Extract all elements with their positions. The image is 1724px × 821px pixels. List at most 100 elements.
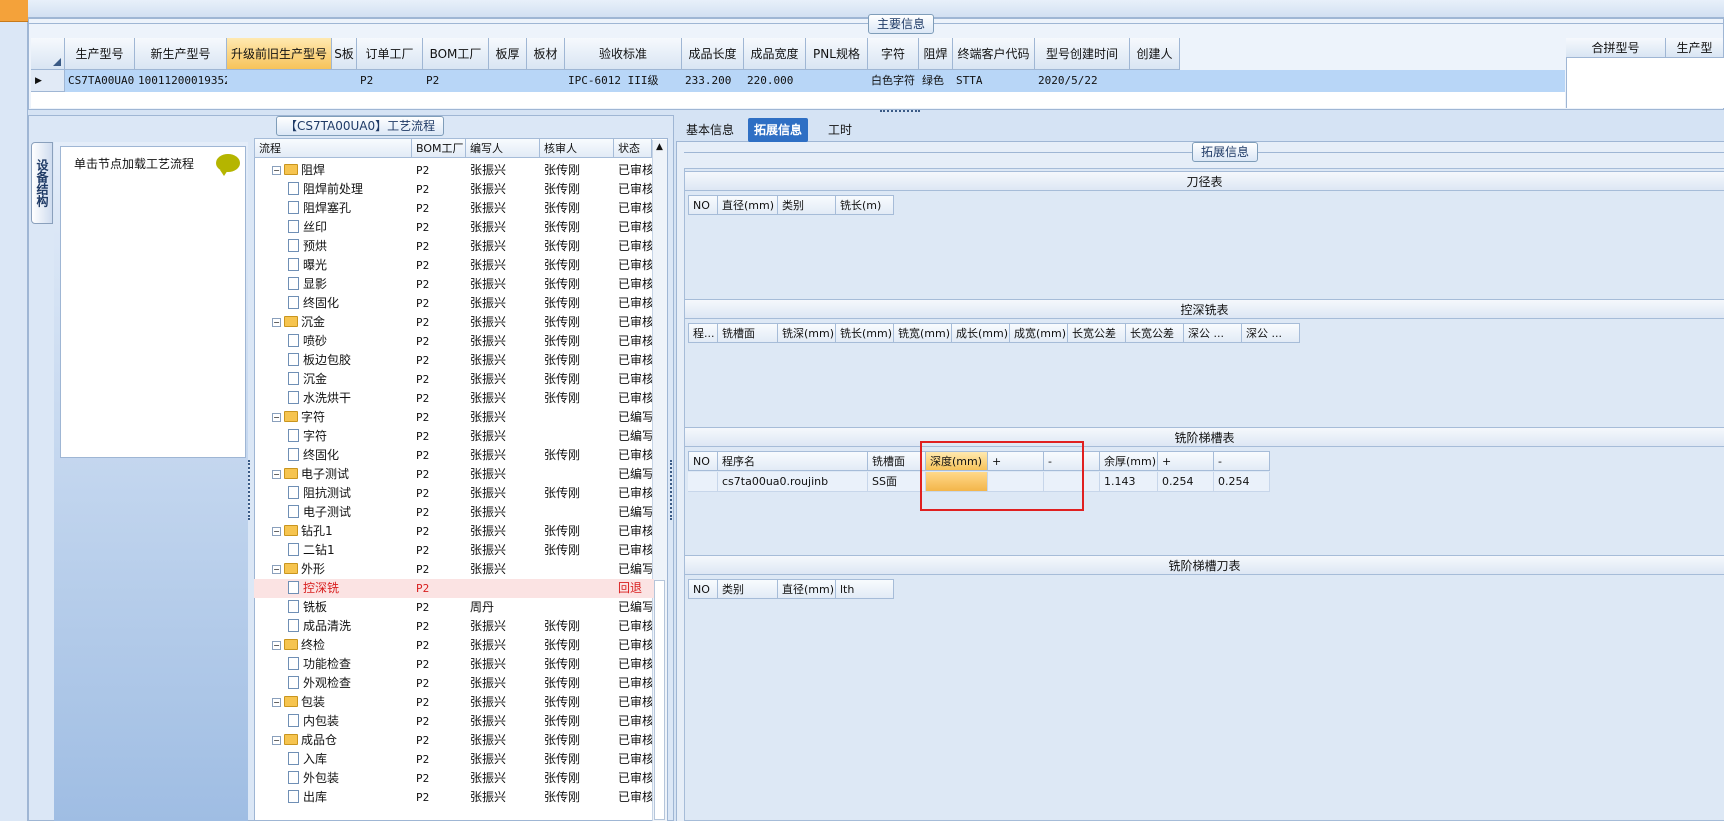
tree-node[interactable]: − 终检 [272, 636, 412, 655]
tree-node[interactable]: − 阻焊 [272, 161, 412, 180]
tree-col-header[interactable]: 状态 [614, 138, 652, 158]
tree-row[interactable]: − 包装 P2 张振兴 张传刚 已审核 [254, 693, 654, 712]
grid-cell[interactable]: 233.200 [682, 70, 744, 92]
tree-scroll-thumb[interactable] [654, 580, 665, 820]
grid-cell[interactable] [806, 70, 868, 92]
tree-node[interactable]: 曝光 [288, 256, 412, 275]
col-header[interactable]: BOM工厂 [423, 38, 489, 70]
table-col-header[interactable]: 深公 ... [1242, 323, 1300, 343]
table-cell[interactable]: 0.254 [1158, 472, 1214, 492]
tree-node[interactable]: 预烘 [288, 237, 412, 256]
left-edge-tab[interactable] [0, 0, 28, 22]
tree-node[interactable]: 终固化 [288, 446, 412, 465]
tree-row[interactable]: 成品清洗 P2 张振兴 张传刚 已审核 [254, 617, 654, 636]
grid-cell[interactable] [227, 70, 332, 92]
tab-work-hours[interactable]: 工时 [822, 118, 858, 142]
collapse-icon[interactable]: − [272, 565, 281, 574]
tree-node[interactable]: − 字符 [272, 408, 412, 427]
tree-row[interactable]: − 电子测试 P2 张振兴 已编写 [254, 465, 654, 484]
tree-row[interactable]: 曝光 P2 张振兴 张传刚 已审核 [254, 256, 654, 275]
tree-node[interactable]: 喷砂 [288, 332, 412, 351]
tree-node[interactable]: 沉金 [288, 370, 412, 389]
tree-row[interactable]: 板边包胶 P2 张振兴 张传刚 已审核 [254, 351, 654, 370]
collapse-icon[interactable]: − [272, 698, 281, 707]
tree-row[interactable]: 阻抗测试 P2 张振兴 张传刚 已审核 [254, 484, 654, 503]
table-col-header[interactable]: 类别 [718, 579, 778, 599]
table-col-header[interactable]: NO [688, 451, 718, 471]
table-col-header[interactable]: 深公 ... [1184, 323, 1242, 343]
center-collapse-grip[interactable] [670, 460, 674, 520]
tree-row[interactable]: − 外形 P2 张振兴 已编写 [254, 560, 654, 579]
tree-row[interactable]: − 钻孔1 P2 张振兴 张传刚 已审核 [254, 522, 654, 541]
tree-node[interactable]: 阻焊前处理 [288, 180, 412, 199]
tree-col-header[interactable]: 核审人 [540, 138, 614, 158]
structure-hint[interactable]: 单击节点加载工艺流程 [74, 155, 194, 172]
table-cell[interactable]: cs7ta00ua0.roujinb [718, 472, 868, 492]
col-header[interactable]: 字符 [868, 38, 919, 70]
table-col-header[interactable]: 铣槽面 [868, 451, 926, 471]
tab-extended-info[interactable]: 拓展信息 [748, 118, 809, 142]
collapse-icon[interactable]: − [272, 736, 281, 745]
grid-cell[interactable]: STTA [953, 70, 1035, 92]
tree-row[interactable]: 内包装 P2 张振兴 张传刚 已审核 [254, 712, 654, 731]
left-collapse-grip[interactable] [248, 460, 252, 520]
grid-cell[interactable]: IPC-6012 III级 [565, 70, 682, 92]
collapse-icon[interactable]: − [272, 527, 281, 536]
tree-col-header[interactable]: BOM工厂 [412, 138, 466, 158]
table-col-header[interactable]: 类别 [778, 195, 836, 215]
tree-node[interactable]: 外包装 [288, 769, 412, 788]
merge-prod-header[interactable]: 生产型 [1666, 38, 1724, 58]
grid-cell[interactable]: 白色字符 [868, 70, 919, 92]
table-col-header[interactable]: 直径(mm) [778, 579, 836, 599]
table-col-header[interactable]: 成宽(mm) [1010, 323, 1068, 343]
tree-row[interactable]: 显影 P2 张振兴 张传刚 已审核 [254, 275, 654, 294]
col-header[interactable]: 创建人 [1130, 38, 1180, 70]
tree-row[interactable]: 终固化 P2 张振兴 张传刚 已审核 [254, 294, 654, 313]
tree-row[interactable]: 控深铣 P2 回退 [254, 579, 654, 598]
grid-cell[interactable]: 绿色 [919, 70, 953, 92]
table-col-header[interactable]: 铣长(mm) [836, 323, 894, 343]
col-header[interactable]: PNL规格 [806, 38, 868, 70]
collapse-icon[interactable]: − [272, 318, 281, 327]
tree-row[interactable]: − 沉金 P2 张振兴 张传刚 已审核 [254, 313, 654, 332]
tree-row[interactable]: 水洗烘干 P2 张振兴 张传刚 已审核 [254, 389, 654, 408]
side-tab[interactable]: 设备结构 [31, 142, 53, 224]
col-header[interactable]: 订单工厂 [357, 38, 423, 70]
table-col-header[interactable]: 长宽公差 [1126, 323, 1184, 343]
col-header[interactable]: 新生产型号 [135, 38, 227, 70]
tree-row[interactable]: − 终检 P2 张振兴 张传刚 已审核 [254, 636, 654, 655]
table-cell[interactable]: 1.143 [1100, 472, 1158, 492]
tree-row[interactable]: 出库 P2 张振兴 张传刚 已审核 [254, 788, 654, 807]
tree-row[interactable]: 电子测试 P2 张振兴 已编写 [254, 503, 654, 522]
tree-node[interactable]: 外观检查 [288, 674, 412, 693]
col-header[interactable]: 型号创建时间 [1035, 38, 1130, 70]
col-header[interactable]: S板 [332, 38, 357, 70]
col-header[interactable]: 生产型号 [65, 38, 135, 70]
tree-row[interactable]: 喷砂 P2 张振兴 张传刚 已审核 [254, 332, 654, 351]
col-header[interactable]: 验收标准 [565, 38, 682, 70]
col-header[interactable]: 板厚 [489, 38, 527, 70]
col-header[interactable]: 板材 [527, 38, 565, 70]
tree-node[interactable]: 出库 [288, 788, 412, 807]
tree-node[interactable]: 成品清洗 [288, 617, 412, 636]
row-indicator[interactable]: ▶ [31, 70, 65, 92]
tree-row[interactable]: 字符 P2 张振兴 已编写 [254, 427, 654, 446]
tree-row[interactable]: 二钻1 P2 张振兴 张传刚 已审核 [254, 541, 654, 560]
table-col-header[interactable]: 程... [688, 323, 718, 343]
tree-node[interactable]: 电子测试 [288, 503, 412, 522]
grid-cell[interactable]: 2020/5/22 [1035, 70, 1130, 92]
tree-row[interactable]: − 阻焊 P2 张振兴 张传刚 已审核 [254, 161, 654, 180]
col-header[interactable]: 阻焊 [919, 38, 953, 70]
col-header[interactable]: 升级前旧生产型号 [227, 38, 332, 70]
table-col-header[interactable]: 铣宽(mm) [894, 323, 952, 343]
tree-row[interactable]: 终固化 P2 张振兴 张传刚 已审核 [254, 446, 654, 465]
tree-node[interactable]: 丝印 [288, 218, 412, 237]
tree-node[interactable]: − 沉金 [272, 313, 412, 332]
table-col-header[interactable]: 直径(mm) [718, 195, 778, 215]
collapse-icon[interactable]: − [272, 413, 281, 422]
tree-row[interactable]: − 成品仓 P2 张振兴 张传刚 已审核 [254, 731, 654, 750]
tree-scroll-up-icon[interactable]: ▲ [654, 142, 665, 153]
tree-row[interactable]: 入库 P2 张振兴 张传刚 已审核 [254, 750, 654, 769]
grid-cell[interactable] [489, 70, 527, 92]
tree-node[interactable]: 内包装 [288, 712, 412, 731]
